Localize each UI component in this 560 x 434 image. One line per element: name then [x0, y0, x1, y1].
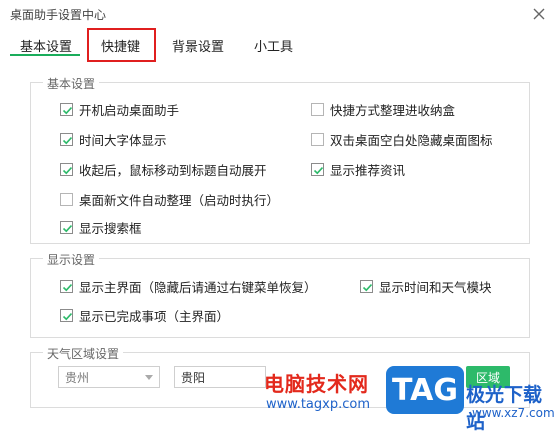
checkbox-checked-icon — [60, 133, 73, 146]
display-settings-legend: 显示设置 — [43, 251, 100, 268]
checkbox-autostart[interactable]: 开机启动桌面助手 — [60, 100, 179, 119]
tab-background-settings[interactable]: 背景设置 — [172, 36, 224, 55]
tab-bar: 基本设置 快捷键 背景设置 小工具 — [0, 30, 560, 60]
weather-region-legend: 天气区域设置 — [43, 345, 124, 362]
active-tab-indicator — [10, 54, 80, 56]
checkbox-label: 显示搜索框 — [79, 221, 142, 236]
basic-settings-legend: 基本设置 — [43, 75, 100, 92]
checkbox-show-search-box[interactable]: 显示搜索框 — [60, 218, 142, 237]
checkbox-label: 快捷方式整理进收纳盒 — [330, 103, 456, 118]
chevron-down-icon — [145, 375, 153, 380]
province-value: 贵州 — [65, 370, 90, 385]
highlight-box — [87, 28, 156, 62]
checkbox-checked-icon — [60, 221, 73, 234]
checkbox-large-time-font[interactable]: 时间大字体显示 — [60, 130, 167, 149]
checkbox-label: 显示主界面（隐藏后请通过右键菜单恢复） — [79, 280, 317, 295]
checkbox-checked-icon — [311, 163, 324, 176]
watermark-site-name: 电脑技术网 — [264, 372, 369, 396]
checkbox-label: 桌面新文件自动整理（启动时执行） — [79, 193, 280, 208]
checkbox-show-completed[interactable]: 显示已完成事项（主界面） — [60, 306, 229, 325]
checkbox-show-time-weather[interactable]: 显示时间和天气模块 — [360, 277, 492, 296]
watermark-url: www.tagxp.com — [266, 397, 370, 412]
checkbox-unchecked-icon — [311, 133, 324, 146]
checkbox-checked-icon — [60, 309, 73, 322]
checkbox-unchecked-icon — [60, 193, 73, 206]
checkbox-checked-icon — [60, 103, 73, 116]
watermark-tag-logo: TAG — [386, 366, 464, 414]
checkbox-checked-icon — [360, 280, 373, 293]
city-select[interactable]: 贵阳 — [174, 366, 266, 388]
watermark-side-url: www.xz7.com — [472, 406, 555, 420]
checkbox-label: 收起后，鼠标移动到标题自动展开 — [79, 163, 267, 178]
checkbox-show-news[interactable]: 显示推荐资讯 — [311, 160, 405, 179]
checkbox-checked-icon — [60, 280, 73, 293]
checkbox-unchecked-icon — [311, 103, 324, 116]
tab-widgets[interactable]: 小工具 — [254, 36, 293, 55]
checkbox-label: 显示推荐资讯 — [330, 163, 406, 178]
checkbox-show-main-ui[interactable]: 显示主界面（隐藏后请通过右键菜单恢复） — [60, 277, 317, 296]
checkbox-shortcut-organize[interactable]: 快捷方式整理进收纳盒 — [311, 100, 455, 119]
window-title: 桌面助手设置中心 — [10, 8, 107, 22]
checkbox-label: 时间大字体显示 — [79, 133, 167, 148]
city-value: 贵阳 — [181, 370, 206, 385]
checkbox-label: 开机启动桌面助手 — [79, 103, 180, 118]
checkbox-label: 显示已完成事项（主界面） — [79, 309, 230, 324]
checkbox-double-click-hide-icons[interactable]: 双击桌面空白处隐藏桌面图标 — [311, 130, 493, 149]
checkbox-auto-expand[interactable]: 收起后，鼠标移动到标题自动展开 — [60, 160, 267, 179]
checkbox-auto-organize-new-files[interactable]: 桌面新文件自动整理（启动时执行） — [60, 190, 279, 209]
checkbox-label: 双击桌面空白处隐藏桌面图标 — [330, 133, 493, 148]
close-icon[interactable] — [532, 7, 546, 21]
checkbox-label: 显示时间和天气模块 — [379, 280, 492, 295]
tab-basic-settings[interactable]: 基本设置 — [20, 36, 72, 55]
checkbox-checked-icon — [60, 163, 73, 176]
province-select[interactable]: 贵州 — [58, 366, 160, 388]
display-settings-group: 显示设置 — [30, 251, 530, 338]
